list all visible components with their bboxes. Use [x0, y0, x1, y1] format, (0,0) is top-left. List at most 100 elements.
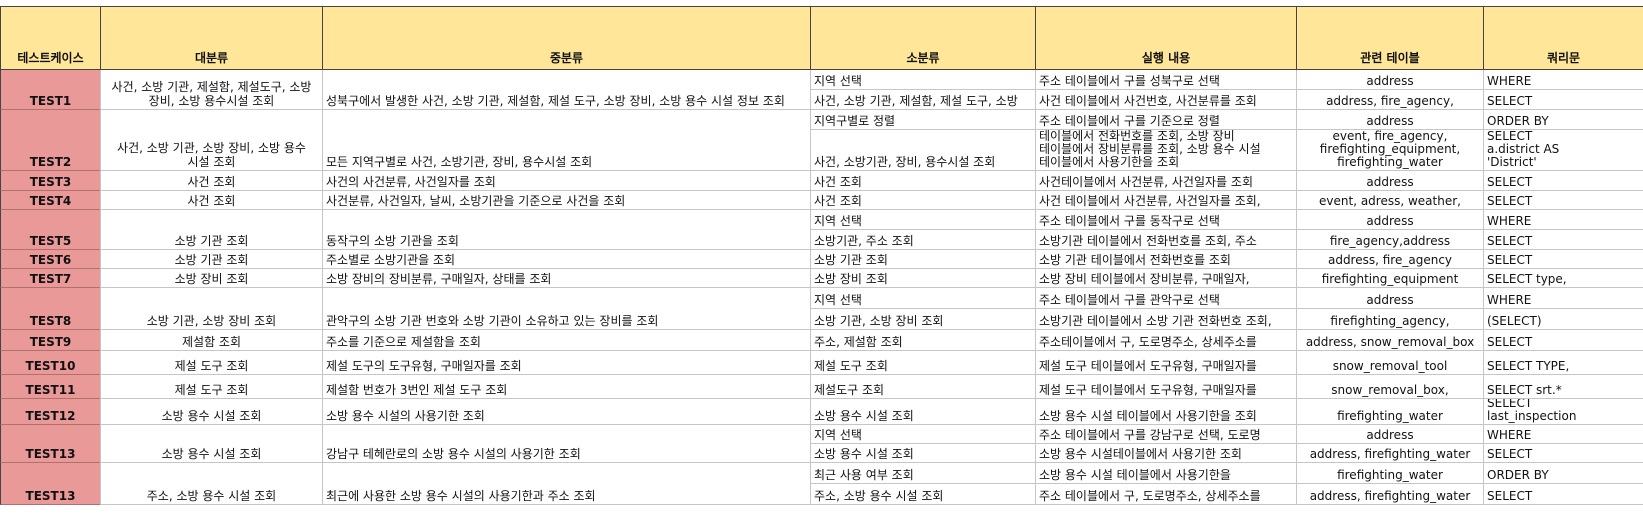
query-statement[interactable]: SELECT	[1483, 171, 1643, 191]
related-table[interactable]: snow_removal_tool	[1296, 351, 1483, 375]
middle-category[interactable]: 동작구의 소방 기관을 조회	[322, 210, 810, 250]
related-table[interactable]: firefighting_water	[1296, 463, 1483, 484]
action-content[interactable]: 주소 테이블에서 구, 도로명주소, 상세주소를	[1035, 484, 1296, 505]
query-statement[interactable]: SELECT a.district AS 'District'	[1483, 130, 1643, 171]
query-statement[interactable]: WHERE	[1483, 70, 1643, 90]
query-statement[interactable]: WHERE	[1483, 210, 1643, 230]
query-statement[interactable]: SELECT	[1483, 90, 1643, 110]
test-case-id[interactable]: TEST8	[0, 288, 100, 330]
major-category[interactable]: 소방 기관 조회	[100, 210, 322, 250]
action-content[interactable]: 소방기관 테이블에서 소방 기관 전화번호 조회,	[1035, 309, 1296, 330]
related-table[interactable]: address, snow_removal_box	[1296, 330, 1483, 351]
middle-category[interactable]: 모든 지역구별로 사건, 소방기관, 장비, 용수시설 조회	[322, 110, 810, 171]
action-content[interactable]: 주소 테이블에서 구를 관악구로 선택	[1035, 288, 1296, 309]
test-case-id[interactable]: TEST12	[0, 399, 100, 425]
minor-category[interactable]: 지역 선택	[810, 70, 1035, 90]
related-table[interactable]: address	[1296, 288, 1483, 309]
related-table[interactable]: snow_removal_box,	[1296, 375, 1483, 399]
test-case-id[interactable]: TEST4	[0, 191, 100, 210]
action-content[interactable]: 사건테이블에서 사건분류, 사건일자를 조회	[1035, 171, 1296, 191]
test-case-id[interactable]: TEST7	[0, 269, 100, 288]
major-category[interactable]: 제설 도구 조회	[100, 375, 322, 399]
related-table[interactable]: address, firefighting_water	[1296, 444, 1483, 463]
major-category[interactable]: 소방 장비 조회	[100, 269, 322, 288]
action-content[interactable]: 사건 테이블에서 사건분류, 사건일자를 조회,	[1035, 191, 1296, 210]
column-header[interactable]: 테스트케이스	[0, 6, 100, 70]
column-header[interactable]: 실행 내용	[1035, 6, 1296, 70]
major-category[interactable]: 사건 조회	[100, 171, 322, 191]
middle-category[interactable]: 소방 용수 시설의 사용기한 조회	[322, 399, 810, 425]
query-statement[interactable]: (SELECT)	[1483, 309, 1643, 330]
major-category[interactable]: 주소, 소방 용수 시설 조회	[100, 463, 322, 505]
minor-category[interactable]: 지역 선택	[810, 210, 1035, 230]
major-category[interactable]: 소방 용수 시설 조회	[100, 425, 322, 463]
middle-category[interactable]: 최근에 사용한 소방 용수 시설의 사용기한과 주소 조회	[322, 463, 810, 505]
related-table[interactable]: address, firefighting_water	[1296, 484, 1483, 505]
related-table[interactable]: event, fire_agency, firefighting_equipmen…	[1296, 130, 1483, 171]
action-content[interactable]: 제설 도구 테이블에서 도구유형, 구매일자를	[1035, 351, 1296, 375]
minor-category[interactable]: 사건, 소방 기관, 제설함, 제설 도구, 소방	[810, 90, 1035, 110]
middle-category[interactable]: 주소를 기준으로 제설함을 조회	[322, 330, 810, 351]
query-statement[interactable]: SELECT srt.*	[1483, 375, 1643, 399]
test-case-id[interactable]: TEST5	[0, 210, 100, 250]
major-category[interactable]: 소방 기관 조회	[100, 250, 322, 269]
action-content[interactable]: 소방 용수 시설 테이블에서 사용기한을 조회	[1035, 399, 1296, 425]
column-header[interactable]: 관련 테이블	[1296, 6, 1483, 70]
minor-category[interactable]: 소방 기관, 소방 장비 조회	[810, 309, 1035, 330]
test-case-id[interactable]: TEST13	[0, 463, 100, 505]
query-statement[interactable]: SELECT last_inspection	[1483, 399, 1643, 425]
action-content[interactable]: 소방 용수 시설 테이블에서 사용기한을	[1035, 463, 1296, 484]
major-category[interactable]: 사건, 소방 기관, 소방 장비, 소방 용수 시설 조회	[100, 110, 322, 171]
major-category[interactable]: 사건 조회	[100, 191, 322, 210]
query-statement[interactable]: SELECT	[1483, 230, 1643, 250]
test-case-id[interactable]: TEST10	[0, 351, 100, 375]
middle-category[interactable]: 소방 장비의 장비분류, 구매일자, 상태를 조회	[322, 269, 810, 288]
minor-category[interactable]: 사건 조회	[810, 171, 1035, 191]
related-table[interactable]: address	[1296, 70, 1483, 90]
middle-category[interactable]: 주소별로 소방기관을 조회	[322, 250, 810, 269]
action-content[interactable]: 소방 장비 테이블에서 장비분류, 구매일자,	[1035, 269, 1296, 288]
query-statement[interactable]: WHERE	[1483, 425, 1643, 444]
minor-category[interactable]: 소방기관, 주소 조회	[810, 230, 1035, 250]
test-case-id[interactable]: TEST6	[0, 250, 100, 269]
middle-category[interactable]: 성북구에서 발생한 사건, 소방 기관, 제설함, 제설 도구, 소방 장비, …	[322, 70, 810, 110]
related-table[interactable]: firefighting_equipment	[1296, 269, 1483, 288]
minor-category[interactable]: 최근 사용 여부 조회	[810, 463, 1035, 484]
related-table[interactable]: address	[1296, 110, 1483, 130]
minor-category[interactable]: 소방 장비 조회	[810, 269, 1035, 288]
major-category[interactable]: 사건, 소방 기관, 제설함, 제설도구, 소방 장비, 소방 용수시설 조회	[100, 70, 322, 110]
test-case-id[interactable]: TEST9	[0, 330, 100, 351]
query-statement[interactable]: SELECT	[1483, 444, 1643, 463]
minor-category[interactable]: 소방 기관 조회	[810, 250, 1035, 269]
related-table[interactable]: address, fire_agency	[1296, 250, 1483, 269]
query-statement[interactable]: SELECT	[1483, 484, 1643, 505]
query-statement[interactable]: SELECT TYPE,	[1483, 351, 1643, 375]
test-case-id[interactable]: TEST3	[0, 171, 100, 191]
test-case-id[interactable]: TEST11	[0, 375, 100, 399]
major-category[interactable]: 소방 용수 시설 조회	[100, 399, 322, 425]
middle-category[interactable]: 사건분류, 사건일자, 날씨, 소방기관을 기준으로 사건을 조회	[322, 191, 810, 210]
minor-category[interactable]: 제설도구 조회	[810, 375, 1035, 399]
query-statement[interactable]: ORDER BY	[1483, 110, 1643, 130]
action-content[interactable]: 테이블에서 전화번호를 조회, 소방 장비 테이블에서 장비분류를 조회, 소방 …	[1035, 130, 1296, 171]
query-statement[interactable]: SELECT	[1483, 250, 1643, 269]
query-statement[interactable]: WHERE	[1483, 288, 1643, 309]
minor-category[interactable]: 지역구별로 정렬	[810, 110, 1035, 130]
column-header[interactable]: 중분류	[322, 6, 810, 70]
related-table[interactable]: address	[1296, 210, 1483, 230]
test-case-id[interactable]: TEST1	[0, 70, 100, 110]
minor-category[interactable]: 주소, 제설함 조회	[810, 330, 1035, 351]
related-table[interactable]: address, fire_agency,	[1296, 90, 1483, 110]
minor-category[interactable]: 주소, 소방 용수 시설 조회	[810, 484, 1035, 505]
minor-category[interactable]: 제설 도구 조회	[810, 351, 1035, 375]
middle-category[interactable]: 강남구 테헤란로의 소방 용수 시설의 사용기한 조회	[322, 425, 810, 463]
minor-category[interactable]: 지역 선택	[810, 288, 1035, 309]
column-header[interactable]: 대분류	[100, 6, 322, 70]
action-content[interactable]: 주소 테이블에서 구를 강남구로 선택, 도로명	[1035, 425, 1296, 444]
middle-category[interactable]: 사건의 사건분류, 사건일자를 조회	[322, 171, 810, 191]
minor-category[interactable]: 소방 용수 시설 조회	[810, 444, 1035, 463]
action-content[interactable]: 소방기관 테이블에서 전화번호를 조회, 주소	[1035, 230, 1296, 250]
related-table[interactable]: fire_agency,address	[1296, 230, 1483, 250]
action-content[interactable]: 주소 테이블에서 구를 기준으로 정렬	[1035, 110, 1296, 130]
test-case-id[interactable]: TEST2	[0, 110, 100, 171]
